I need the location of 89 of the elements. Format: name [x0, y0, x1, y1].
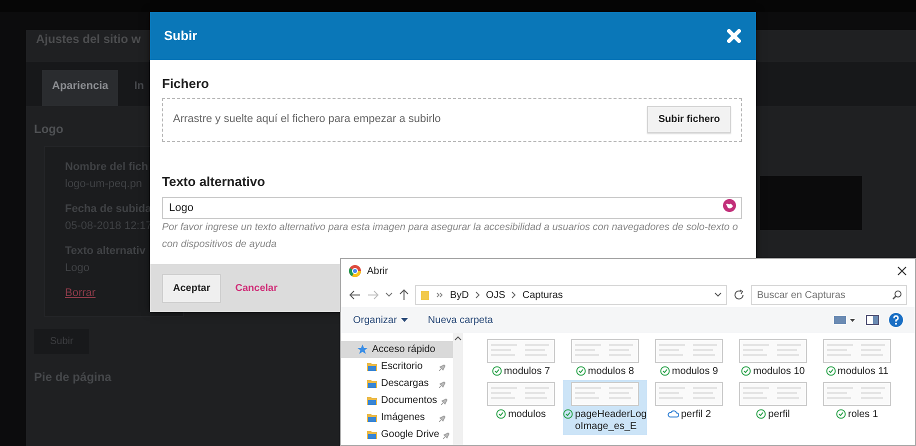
file-name[interactable]: perfil	[768, 409, 790, 421]
thumbnail-picture	[655, 339, 723, 363]
file-name[interactable]: modulos	[508, 409, 546, 421]
sidebar-item[interactable]: Descargas	[341, 375, 453, 392]
thumbnail-picture	[571, 339, 639, 363]
field-label: Fichero	[162, 75, 210, 93]
toolbar-button[interactable]: Nueva carpeta	[428, 312, 493, 328]
star-icon	[357, 344, 368, 355]
thumbnail-picture	[739, 382, 807, 406]
file-item[interactable]: perfil	[731, 380, 815, 435]
check-circle-icon	[826, 366, 836, 376]
dropzone-text: Arrastre y suelte aquí el fichero para empezar a subirlo	[173, 112, 441, 128]
chevron-icon	[474, 291, 480, 299]
folder-icon	[367, 378, 377, 388]
folder-icon	[367, 362, 377, 372]
sidebar-item[interactable]: Google Drive	[341, 426, 453, 443]
check-circle-icon	[836, 409, 846, 419]
file-item[interactable]: modulos 9	[647, 337, 731, 380]
up-arrow-icon[interactable]	[399, 289, 409, 301]
refresh-icon[interactable]	[733, 289, 745, 301]
accept-button[interactable]: Aceptar	[162, 274, 222, 302]
file-item[interactable]: modulos 11	[815, 337, 899, 380]
tab[interactable]: Apariencia	[42, 70, 118, 106]
check-circle-icon	[496, 409, 506, 419]
chevron-icon	[511, 291, 516, 299]
file-item[interactable]: roles 1	[815, 380, 899, 435]
upload-file-button[interactable]: Subir fichero	[647, 106, 731, 133]
file-item[interactable]: pageHeaderLogoImage_es_E	[563, 380, 647, 435]
search-field[interactable]: Buscar en Capturas	[751, 285, 907, 305]
search-icon	[892, 290, 902, 300]
check-circle-icon	[563, 409, 573, 419]
file-item[interactable]: modulos 8	[563, 337, 647, 380]
folder-icon	[367, 430, 377, 440]
toolbar-button[interactable]: Organizar	[353, 312, 408, 328]
file-item[interactable]: modulos 7	[479, 337, 563, 380]
help-icon[interactable]	[889, 313, 903, 327]
check-circle-icon	[492, 366, 502, 376]
file-name[interactable]: roles 1	[848, 409, 878, 421]
breadcrumb-item[interactable]: ByD	[450, 288, 469, 302]
file-item[interactable]: modulos 10	[731, 337, 815, 380]
dropzone[interactable]: Arrastre y suelte aquí el fichero para empezar a subirlo Subir fichero	[162, 98, 742, 142]
cloud-icon	[666, 409, 679, 418]
file-name[interactable]: modulos 7	[504, 366, 550, 378]
check-circle-icon	[576, 366, 586, 376]
view-options-icon[interactable]	[834, 315, 856, 325]
close-icon[interactable]	[897, 266, 907, 276]
thumbnail-picture	[655, 382, 723, 406]
alt-text-field[interactable]: Logo	[162, 197, 742, 219]
preview-pane-icon[interactable]	[866, 315, 879, 325]
dropdown-caret-icon[interactable]	[714, 292, 722, 298]
file-name[interactable]: perfil 2	[680, 409, 711, 421]
back-arrow-icon[interactable]	[349, 290, 361, 300]
dropdown-caret-icon[interactable]	[385, 292, 393, 298]
modal-title: Subir	[164, 27, 198, 46]
thumbnail-picture	[571, 382, 639, 406]
file-name[interactable]: modulos 9	[672, 366, 718, 378]
sidebar-item[interactable]: Escritorio	[341, 358, 453, 375]
file-item[interactable]: perfil 2	[647, 380, 731, 435]
thumbnail-picture	[487, 382, 555, 406]
breadcrumb-item[interactable]: Capturas	[522, 288, 563, 302]
check-circle-icon	[660, 366, 670, 376]
thumbnail-picture	[487, 339, 555, 363]
globe-icon[interactable]	[723, 199, 736, 212]
sidebar-item[interactable]: Documentos	[341, 392, 453, 409]
browser-logo-icon	[349, 265, 361, 277]
field-label: Texto alternativo	[162, 172, 266, 190]
help-text: Por favor ingrese un texto alternativo para esta imagen para asegurar la accesibilidad a usuarios con navegadores de solo-texto o con dispositivos de ayuda	[162, 221, 739, 252]
thumbnail-picture	[739, 339, 807, 363]
file-name[interactable]: modulos 8	[588, 366, 634, 378]
overflow-chevron-icon	[436, 292, 444, 298]
file-name[interactable]: modulos 10	[753, 366, 805, 378]
thumbnail-picture	[823, 382, 891, 406]
sidebar-item[interactable]: Imágenes	[341, 409, 453, 426]
file-name[interactable]: modulos 11	[838, 366, 888, 378]
scrollbar[interactable]	[453, 333, 463, 445]
address-bar[interactable]: ByD OJS Capturas	[415, 285, 727, 305]
check-circle-icon	[741, 366, 752, 376]
scroll-up-icon[interactable]	[454, 336, 462, 341]
check-circle-icon	[756, 409, 766, 419]
folder-icon	[420, 289, 430, 301]
file-item[interactable]: modulos	[479, 380, 563, 435]
thumbnail-picture	[823, 339, 891, 363]
dialog-title: Abrir	[367, 264, 390, 278]
sidebar-item[interactable]: Acceso rápido	[341, 341, 453, 358]
folder-icon	[367, 412, 377, 422]
caret-icon	[400, 318, 408, 322]
folder-icon	[367, 396, 377, 406]
file-name[interactable]: pageHeaderLogoImage_es_E	[575, 409, 647, 433]
breadcrumb-item[interactable]: OJS	[486, 288, 506, 302]
